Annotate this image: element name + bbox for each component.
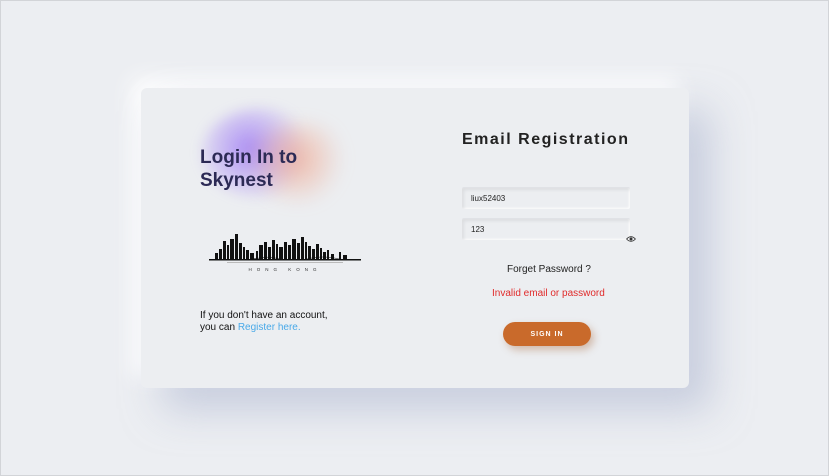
register-prompt: If you don't have an account, you can Re…: [200, 310, 328, 334]
error-message: Invalid email or password: [492, 288, 605, 299]
register-link[interactable]: Register here.: [238, 322, 301, 333]
email-input[interactable]: [462, 187, 630, 209]
skyline-caption: HONG KONG: [248, 267, 321, 272]
register-prompt-line2: you can: [200, 322, 238, 333]
page-frame: Login In to Skynest HONG KONG If you don…: [0, 0, 829, 476]
form-title: Email Registration: [462, 131, 630, 148]
login-title: Login In to Skynest: [200, 147, 298, 191]
register-prompt-line1: If you don't have an account,: [200, 310, 328, 321]
skyline-logo: HONG KONG: [209, 234, 361, 272]
password-input[interactable]: [462, 218, 630, 240]
sign-in-button[interactable]: SIGN IN: [503, 322, 591, 346]
login-card: Login In to Skynest HONG KONG If you don…: [141, 88, 689, 388]
forget-password-link[interactable]: Forget Password ?: [507, 264, 591, 275]
eye-icon[interactable]: [626, 235, 636, 243]
